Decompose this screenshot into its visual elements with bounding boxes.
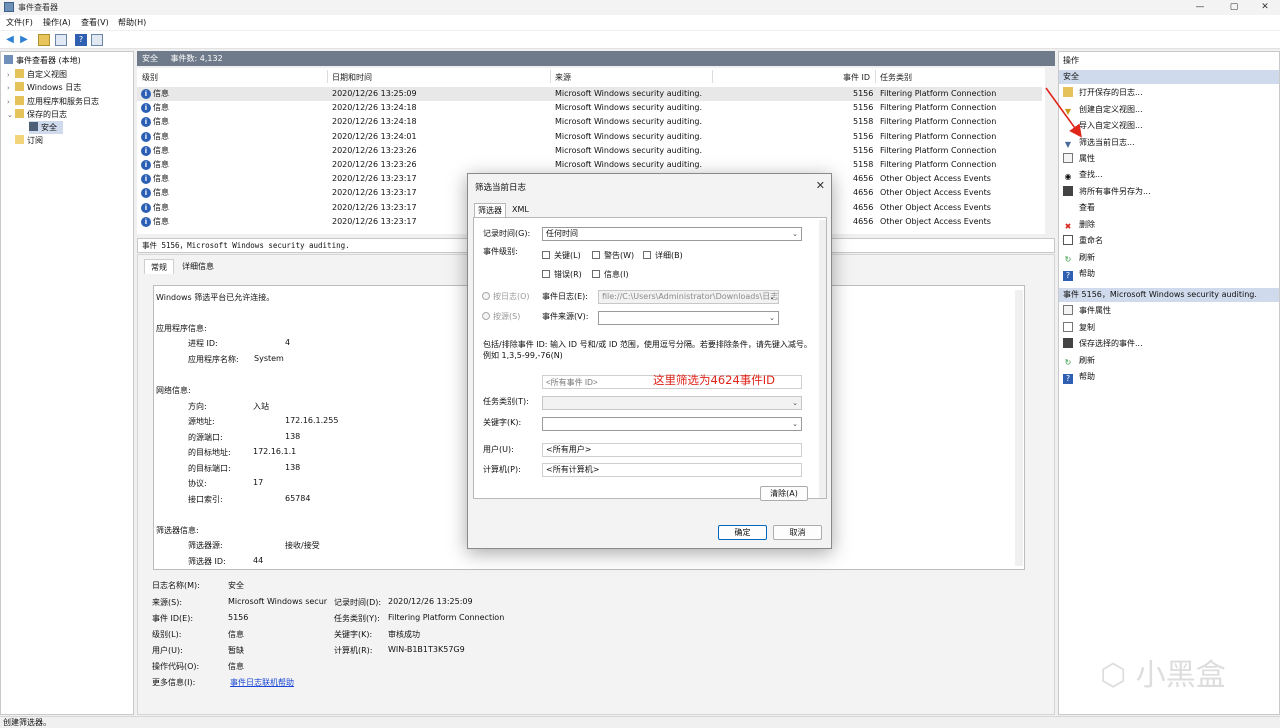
user-label: 用户(U):: [483, 445, 514, 454]
task-category-label: 任务类别(T):: [483, 397, 529, 406]
chevron-down-icon: ⌄: [792, 420, 798, 428]
level-label: 事件级别:: [483, 247, 518, 256]
watermark-logo: ⬡ 小黑盒: [1100, 658, 1226, 693]
verbose-checkbox[interactable]: 详细(B): [643, 250, 683, 261]
cancel-button[interactable]: 取消: [773, 525, 822, 540]
filter-panel: 记录时间(G): 任何时间 ⌄ 事件级别: 关键(L) 警告(W) 详细(B) 错…: [473, 217, 827, 501]
chevron-down-icon: ⌄: [792, 399, 798, 407]
keywords-select[interactable]: ⌄: [542, 417, 802, 431]
filter-panel-scrollbar[interactable]: [819, 220, 826, 498]
logged-select[interactable]: 任何时间 ⌄: [542, 227, 802, 241]
logged-label: 记录时间(G):: [483, 229, 531, 238]
arrow-to-filter-action: [1045, 87, 1082, 138]
ok-button[interactable]: 确定: [718, 525, 767, 540]
by-log-radio[interactable]: 按日志(O): [482, 291, 530, 302]
event-log-select[interactable]: file://C:\Users\Administrator\Downloads\…: [598, 290, 779, 304]
warning-checkbox[interactable]: 警告(W): [592, 250, 634, 261]
task-category-select[interactable]: ⌄: [542, 396, 802, 410]
tab-filter[interactable]: 筛选器: [474, 203, 506, 217]
clear-button[interactable]: 清除(A): [760, 486, 808, 501]
by-source-radio[interactable]: 按源(S): [482, 311, 520, 322]
annotation-text: 这里筛选为4624事件ID: [653, 373, 776, 387]
keywords-label: 关键字(K):: [483, 418, 522, 427]
chevron-down-icon: ⌄: [792, 230, 798, 238]
dialog-close-button[interactable]: ✕: [816, 179, 825, 192]
user-input[interactable]: <所有用户>: [542, 443, 802, 457]
critical-checkbox[interactable]: 关键(L): [542, 250, 581, 261]
tab-xml[interactable]: XML: [509, 203, 532, 217]
error-checkbox[interactable]: 错误(R): [542, 269, 582, 280]
filter-current-log-dialog: 筛选当前日志 ✕ 筛选器 XML 记录时间(G): 任何时间 ⌄ 事件级别: 关键…: [467, 173, 832, 549]
event-source-label: 事件来源(V):: [542, 312, 589, 321]
event-id-hint: 包括/排除事件 ID: 输入 ID 号和/或 ID 范围，使用逗号分隔。若要排除…: [483, 340, 812, 360]
computer-label: 计算机(P):: [483, 465, 521, 474]
event-source-select[interactable]: ⌄: [598, 311, 779, 325]
event-log-label: 事件日志(E):: [542, 292, 588, 301]
chevron-down-icon: ⌄: [769, 293, 775, 301]
computer-input[interactable]: <所有计算机>: [542, 463, 802, 477]
information-checkbox[interactable]: 信息(I): [592, 269, 629, 280]
dialog-title: 筛选当前日志: [475, 183, 527, 193]
chevron-down-icon: ⌄: [769, 314, 775, 322]
